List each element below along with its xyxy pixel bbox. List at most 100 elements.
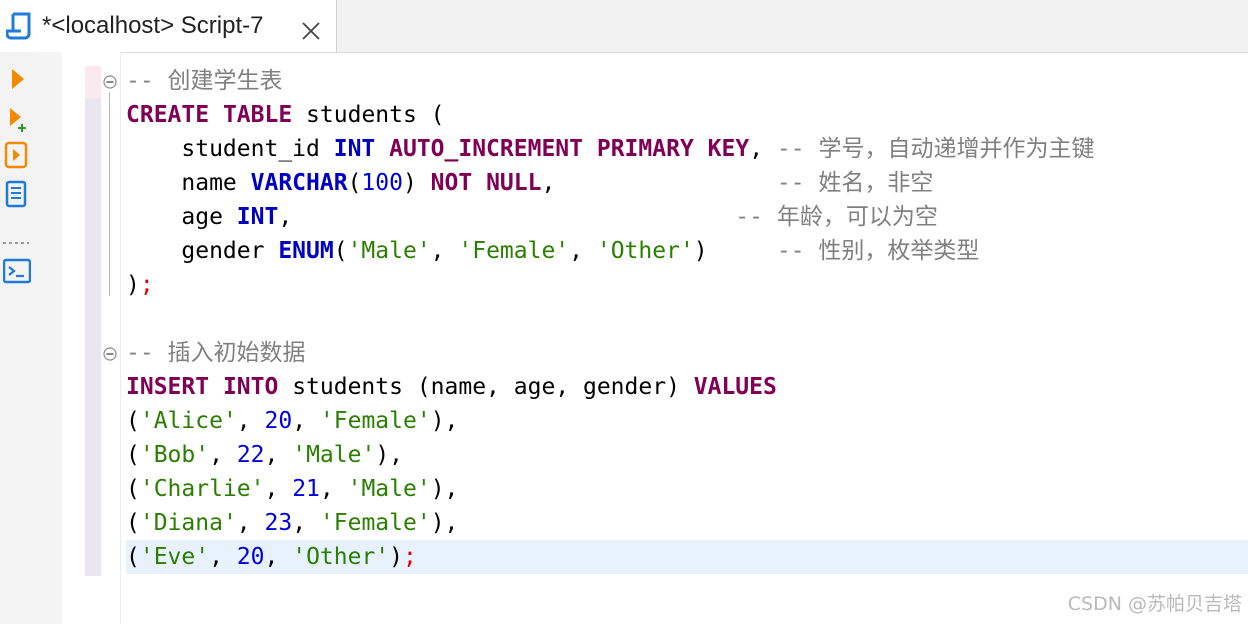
code-line[interactable]: INSERT INTO students (name, age, gender)… bbox=[126, 370, 1248, 404]
code-text: , bbox=[264, 476, 293, 502]
keyword-token: NOT bbox=[430, 170, 473, 196]
code-text: ), bbox=[430, 510, 459, 536]
string-literal: 'Charlie' bbox=[139, 476, 265, 502]
code-text: , bbox=[209, 442, 237, 468]
code-text: ( bbox=[126, 442, 140, 468]
number-literal: 21 bbox=[292, 476, 320, 502]
keyword-token: CREATE bbox=[126, 102, 210, 128]
code-text: , bbox=[264, 442, 293, 468]
execute-statement-icon[interactable] bbox=[3, 64, 31, 94]
keyword-token: VALUES bbox=[693, 374, 777, 400]
code-text: students (name, age, gender) bbox=[278, 374, 694, 400]
collapse-icon[interactable] bbox=[103, 346, 117, 361]
toolbar-separator bbox=[2, 230, 30, 244]
number-literal: 20 bbox=[264, 408, 293, 434]
code-line[interactable]: ('Alice', 20, 'Female'), bbox=[126, 404, 1248, 438]
sql-editor-toolbar bbox=[0, 52, 38, 624]
execute-in-new-tab-icon[interactable] bbox=[3, 104, 31, 134]
code-line[interactable]: ('Charlie', 21, 'Male'), bbox=[126, 472, 1248, 506]
code-line[interactable]: name VARCHAR(100) NOT NULL, -- 姓名，非空 bbox=[126, 166, 1248, 200]
code-text: , bbox=[749, 136, 777, 162]
type-token: ENUM bbox=[278, 238, 334, 264]
keyword-token: NULL bbox=[486, 170, 542, 196]
code-line-current[interactable]: ('Eve', 20, 'Other'); bbox=[126, 540, 1248, 574]
editor-tab-bar: *<localhost> Script-7 bbox=[0, 0, 1248, 53]
string-literal: 'Diana' bbox=[139, 510, 237, 536]
comment-text: -- 学号，自动递增并作为主键 bbox=[776, 136, 1095, 162]
code-text: , bbox=[236, 510, 265, 536]
code-text: , bbox=[209, 544, 237, 570]
comment-text: -- 年龄，可以为空 bbox=[735, 204, 938, 230]
sql-script-icon bbox=[6, 11, 34, 41]
code-line[interactable]: student_id INT AUTO_INCREMENT PRIMARY KE… bbox=[126, 132, 1248, 166]
execute-script-icon[interactable] bbox=[3, 140, 31, 170]
code-text: gender bbox=[126, 238, 279, 264]
code-text: students ( bbox=[292, 102, 445, 128]
type-token: VARCHAR bbox=[250, 170, 348, 196]
code-line[interactable]: gender ENUM('Male', 'Female', 'Other') -… bbox=[126, 234, 1248, 268]
code-text: ( bbox=[126, 544, 140, 570]
explain-plan-icon[interactable] bbox=[3, 179, 31, 209]
annotation-ruler bbox=[85, 66, 101, 576]
open-console-icon[interactable] bbox=[2, 256, 32, 286]
code-text: ( bbox=[126, 476, 140, 502]
close-icon[interactable] bbox=[300, 20, 322, 42]
string-literal: 'Eve' bbox=[139, 544, 210, 570]
string-literal: 'Male' bbox=[347, 476, 431, 502]
string-literal: 'Other' bbox=[292, 544, 390, 570]
code-line[interactable]: age INT, -- 年龄，可以为空 bbox=[126, 200, 1248, 234]
number-literal: 23 bbox=[264, 510, 293, 536]
semicolon: ; bbox=[139, 272, 154, 298]
code-text: ) bbox=[402, 170, 431, 196]
code-text: ( bbox=[347, 170, 362, 196]
collapse-icon[interactable] bbox=[103, 74, 117, 89]
type-token: INT bbox=[236, 204, 279, 230]
code-text: ) bbox=[126, 272, 140, 298]
code-text: ), bbox=[430, 476, 459, 502]
string-literal: 'Other' bbox=[596, 238, 694, 264]
code-text: , bbox=[264, 544, 293, 570]
sql-editor-text[interactable]: -- 创建学生表 CREATE TABLE students ( student_… bbox=[126, 64, 1248, 574]
comment-text: -- 插入初始数据 bbox=[126, 340, 306, 366]
code-text: ( bbox=[126, 408, 140, 434]
number-literal: 22 bbox=[236, 442, 265, 468]
code-text: ), bbox=[375, 442, 404, 468]
fold-range-line bbox=[109, 92, 110, 296]
type-token: INT bbox=[333, 136, 376, 162]
string-literal: 'Male' bbox=[292, 442, 376, 468]
comment-text: -- 性别，枚举类型 bbox=[776, 238, 980, 264]
code-line[interactable]: -- 创建学生表 bbox=[126, 64, 1248, 98]
code-text: , bbox=[319, 476, 348, 502]
keyword-token: PRIMARY bbox=[596, 136, 694, 162]
code-text: , bbox=[569, 238, 597, 264]
number-literal: 20 bbox=[236, 544, 265, 570]
code-text: , bbox=[541, 170, 777, 196]
code-text: student_id bbox=[126, 136, 334, 162]
tab-script-7[interactable]: *<localhost> Script-7 bbox=[0, 0, 337, 52]
code-text: , bbox=[236, 408, 265, 434]
string-literal: 'Alice' bbox=[139, 408, 237, 434]
string-literal: 'Female' bbox=[319, 408, 431, 434]
code-line[interactable]: ​ bbox=[126, 302, 1248, 336]
string-literal: 'Female' bbox=[319, 510, 431, 536]
code-line[interactable]: ('Bob', 22, 'Male'), bbox=[126, 438, 1248, 472]
code-text: ) bbox=[389, 544, 404, 570]
annotation-marker bbox=[85, 66, 101, 98]
code-text: , bbox=[292, 408, 320, 434]
code-line[interactable]: CREATE TABLE students ( bbox=[126, 98, 1248, 132]
keyword-token: AUTO_INCREMENT bbox=[389, 136, 583, 162]
code-text: name bbox=[126, 170, 251, 196]
code-line[interactable]: ('Diana', 23, 'Female'), bbox=[126, 506, 1248, 540]
tab-title: *<localhost> Script-7 bbox=[42, 12, 264, 39]
number-literal: 100 bbox=[361, 170, 403, 196]
keyword-token: INTO bbox=[222, 374, 279, 400]
code-line[interactable]: ); bbox=[126, 268, 1248, 302]
watermark: CSDN @苏帕贝吉塔 bbox=[1067, 593, 1242, 615]
code-line[interactable]: -- 插入初始数据 bbox=[126, 336, 1248, 370]
code-text: age bbox=[126, 204, 237, 230]
code-text: ( bbox=[333, 238, 348, 264]
